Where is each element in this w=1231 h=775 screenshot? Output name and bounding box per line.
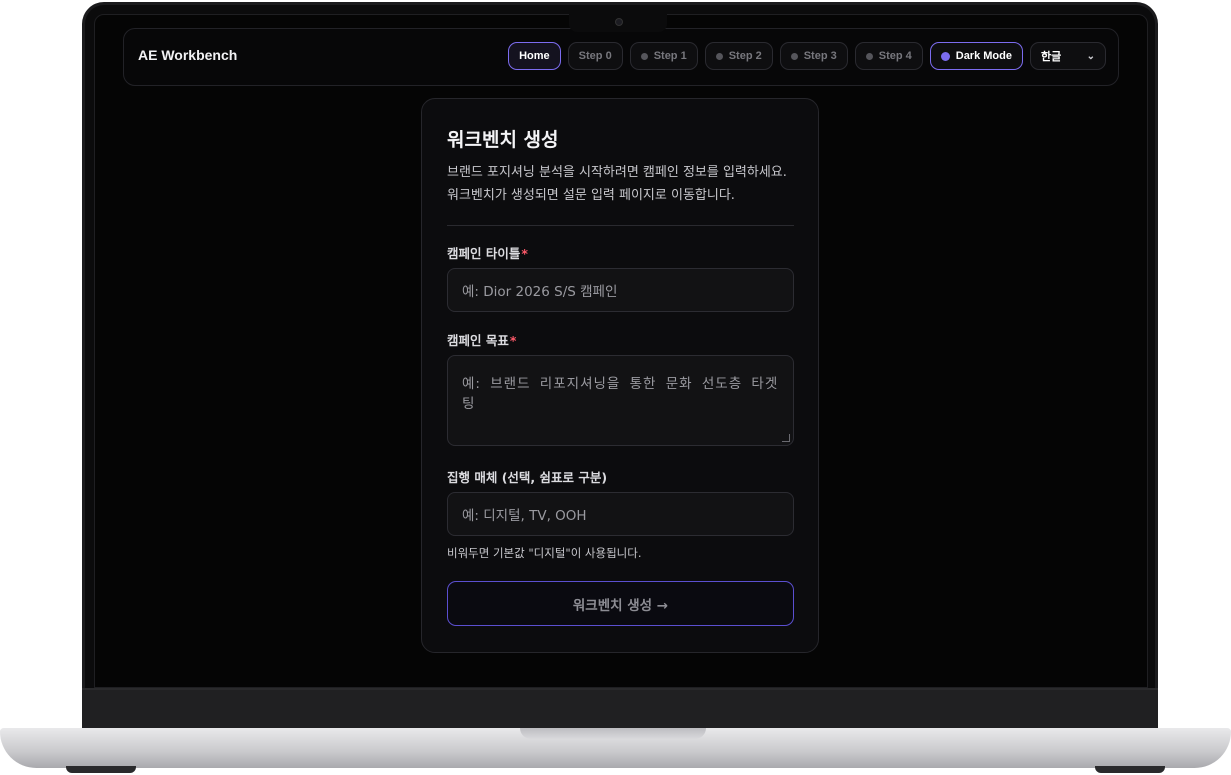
camera-icon — [615, 18, 623, 26]
create-workbench-button-label: 워크벤치 생성 → — [572, 597, 669, 614]
top-navbar: AE Workbench Home Step 0 Step 1 Step 2 S… — [123, 28, 1119, 86]
campaign-goal-label: 캠페인 목표* — [447, 330, 516, 349]
screen: AE Workbench Home Step 0 Step 1 Step 2 S… — [94, 14, 1148, 688]
campaign-title-label-text: 캠페인 타이틀 — [447, 246, 521, 261]
nav-step-0-label: Step 0 — [578, 50, 612, 62]
nav-step-3-label: Step 3 — [803, 50, 837, 62]
nav-step-4[interactable]: Step 4 — [854, 42, 923, 70]
media-placeholder: 예: 디지털, TV, OOH — [462, 508, 587, 524]
laptop-base-notch — [520, 728, 706, 739]
app: AE Workbench Home Step 0 Step 1 Step 2 S… — [95, 15, 1147, 687]
nav-step-1[interactable]: Step 1 — [629, 42, 698, 70]
status-dot-icon — [715, 52, 723, 60]
campaign-goal-textarea[interactable]: 예: 브랜드 리포지셔닝을 통한 문화 선도층 타겟팅 — [447, 355, 794, 446]
toggle-dot-icon — [940, 51, 950, 61]
campaign-title-placeholder: 예: Dior 2026 S/S 캠페인 — [462, 284, 618, 300]
required-mark: * — [521, 246, 528, 261]
nav-home-label: Home — [519, 50, 550, 62]
nav-step-2-label: Step 2 — [728, 50, 762, 62]
dark-mode-label: Dark Mode — [955, 50, 1012, 62]
media-label: 집행 매체 (선택, 쉼표로 구분) — [447, 470, 608, 485]
language-select[interactable]: 한글 ⌄ — [1030, 42, 1106, 70]
media-hint: 비워두면 기본값 "디지털"이 사용됩니다. — [447, 546, 642, 560]
nav-step-4-label: Step 4 — [878, 50, 912, 62]
campaign-goal-label-text: 캠페인 목표 — [447, 333, 509, 348]
dark-mode-toggle[interactable]: Dark Mode — [929, 42, 1023, 70]
required-mark: * — [509, 333, 517, 348]
laptop-chin — [82, 690, 1158, 728]
divider — [447, 225, 794, 226]
nav-menu: Home Step 0 Step 1 Step 2 Step 3 Step 4 … — [508, 42, 1106, 70]
page-description: 브랜드 포지셔닝 분석을 시작하려면 캠페인 정보를 입력하세요. 워크벤치가 … — [447, 161, 799, 207]
page-title: 워크벤치 생성 — [447, 129, 559, 151]
status-dot-icon — [640, 52, 648, 60]
nav-step-3[interactable]: Step 3 — [779, 42, 848, 70]
nav-step-2[interactable]: Step 2 — [704, 42, 773, 70]
create-workbench-button[interactable]: 워크벤치 생성 → — [447, 581, 794, 626]
create-workbench-card: 워크벤치 생성 브랜드 포지셔닝 분석을 시작하려면 캠페인 정보를 입력하세요… — [421, 98, 819, 653]
nav-home[interactable]: Home — [508, 42, 561, 70]
camera-notch — [569, 14, 667, 32]
status-dot-icon — [790, 52, 798, 60]
resize-handle-icon[interactable] — [782, 434, 790, 442]
campaign-goal-placeholder: 예: 브랜드 리포지셔닝을 통한 문화 선도층 타겟팅 — [462, 376, 779, 412]
media-input[interactable]: 예: 디지털, TV, OOH — [447, 492, 794, 536]
language-value: 한글 — [1041, 51, 1062, 63]
description-line-1: 브랜드 포지셔닝 분석을 시작하려면 캠페인 정보를 입력하세요. — [447, 165, 787, 180]
nav-step-0[interactable]: Step 0 — [567, 42, 623, 70]
campaign-title-label: 캠페인 타이틀* — [447, 243, 528, 262]
laptop-foot-left — [66, 766, 136, 773]
laptop-foot-right — [1095, 766, 1165, 773]
campaign-title-input[interactable]: 예: Dior 2026 S/S 캠페인 — [447, 268, 794, 312]
nav-step-1-label: Step 1 — [653, 50, 687, 62]
chevron-down-icon: ⌄ — [1086, 50, 1095, 62]
description-line-2: 워크벤치가 생성되면 설문 입력 페이지로 이동합니다. — [447, 188, 735, 203]
brand-title[interactable]: AE Workbench — [138, 47, 237, 63]
status-dot-icon — [865, 52, 873, 60]
